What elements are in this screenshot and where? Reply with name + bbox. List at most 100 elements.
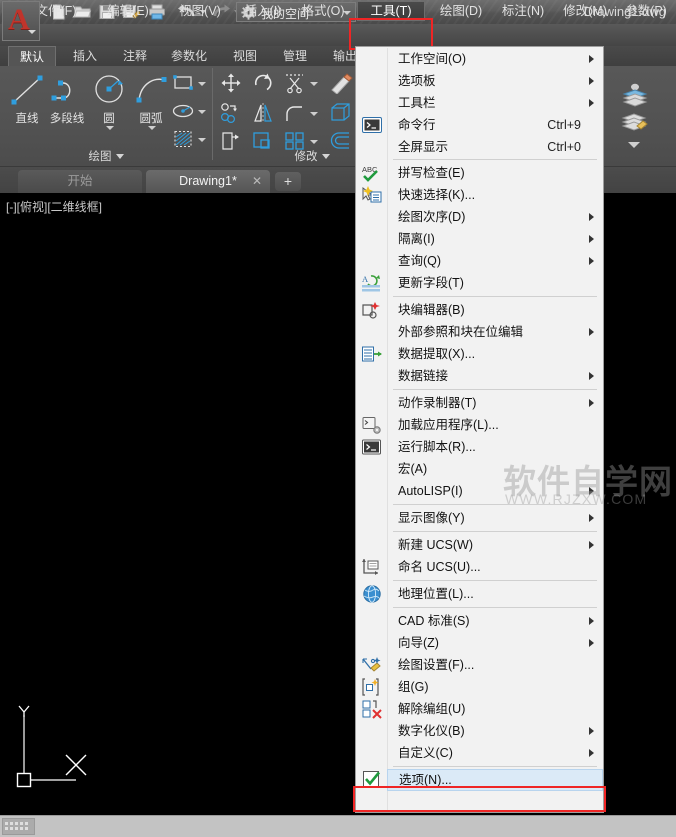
hatch-dropdown-caret-icon[interactable] xyxy=(198,138,206,142)
submenu-arrow-icon xyxy=(589,77,594,85)
file-tab-drawing1[interactable]: Drawing1* ✕ xyxy=(146,170,270,193)
menu-item-label: 绘图次序(D) xyxy=(398,210,466,224)
modify-rotate-button[interactable] xyxy=(250,72,276,96)
grid-display-toggle[interactable] xyxy=(2,818,35,835)
submenu-arrow-icon xyxy=(589,372,594,380)
submenu-arrow-icon xyxy=(589,617,594,625)
menu-item-spelling[interactable]: 拼写检查(E) xyxy=(387,162,603,184)
modify-mirror-button[interactable] xyxy=(250,102,276,126)
modify-fillet-button[interactable] xyxy=(282,102,308,126)
menu-item-display-image[interactable]: 显示图像(Y) xyxy=(387,507,603,529)
close-icon[interactable]: ✕ xyxy=(252,170,262,193)
menu-item-palettes[interactable]: 选项板 xyxy=(387,70,603,92)
modify-move-button[interactable] xyxy=(218,72,244,96)
draw-circle-button[interactable]: 圆 xyxy=(88,70,130,132)
menu-item-label: 向导(Z) xyxy=(398,636,439,650)
menu-draw[interactable]: 绘图(D) xyxy=(432,1,490,21)
menu-format[interactable]: 格式(O) xyxy=(294,1,352,21)
modify-erase-button[interactable] xyxy=(328,72,354,96)
menu-item-wizards[interactable]: 向导(Z) xyxy=(387,632,603,654)
menu-item-action-recorder[interactable]: 动作录制器(T) xyxy=(387,392,603,414)
menu-item-options[interactable]: 选项(N)... xyxy=(387,769,603,791)
menu-item-draw-order[interactable]: 绘图次序(D) xyxy=(387,206,603,228)
ribbon-tab-home[interactable]: 默认 xyxy=(8,46,56,66)
layer-properties-button[interactable] xyxy=(620,82,650,108)
menu-item-customize[interactable]: 自定义(C) xyxy=(387,742,603,764)
svg-text:A: A xyxy=(362,274,369,284)
menu-item-toolbars[interactable]: 工具栏 xyxy=(387,92,603,114)
menu-tools[interactable]: 工具(T) xyxy=(357,1,425,21)
layers-expand-caret-icon[interactable] xyxy=(628,142,640,148)
ribbon-tab-manage[interactable]: 管理 xyxy=(272,46,318,66)
menu-item-cad-standards[interactable]: CAD 标准(S) xyxy=(387,610,603,632)
draw-polyline-button[interactable]: 多段线 xyxy=(46,70,88,132)
menu-item-xref-block-edit[interactable]: 外部参照和块在位编辑 xyxy=(387,321,603,343)
modify-trim-button[interactable] xyxy=(282,72,308,96)
menu-item-quick-select[interactable]: 快速选择(K)... xyxy=(387,184,603,206)
menu-modify[interactable]: 修改(M) xyxy=(556,1,614,21)
menu-item-ungroup[interactable]: 解除编组(U) xyxy=(387,698,603,720)
viewport-controls-label[interactable]: [-][俯视][二维线框] xyxy=(6,198,102,215)
menu-item-geographic-location[interactable]: 地理位置(L)... xyxy=(387,583,603,605)
menu-item-label: 快速选择(K)... xyxy=(398,188,476,202)
ribbon-tab-view[interactable]: 视图 xyxy=(222,46,268,66)
menu-item-tablet[interactable]: 数字化仪(B) xyxy=(387,720,603,742)
menu-item-shortcut: Ctrl+9 xyxy=(547,118,581,132)
menu-item-label: 查询(Q) xyxy=(398,254,442,268)
modify-3d-array-button[interactable] xyxy=(328,102,354,126)
menu-item-macro[interactable]: 宏(A) xyxy=(387,458,603,480)
new-tab-button[interactable]: + xyxy=(275,172,301,191)
chevron-down-icon[interactable] xyxy=(115,154,124,160)
menu-separator xyxy=(393,580,597,581)
ellipse-dropdown-caret-icon[interactable] xyxy=(198,110,206,114)
menu-item-inquiry[interactable]: 查询(Q) xyxy=(387,250,603,272)
quick-select-icon xyxy=(361,185,383,205)
menu-item-data-links[interactable]: 数据链接 xyxy=(387,365,603,387)
menu-parametric[interactable]: 参数(P) xyxy=(618,1,674,21)
spell-check-icon: ABC xyxy=(361,163,383,183)
menu-separator xyxy=(393,607,597,608)
ribbon-tab-parametric[interactable]: 参数化 xyxy=(160,46,218,66)
ribbon-tab-annotate[interactable]: 注释 xyxy=(112,46,158,66)
modify-copy-button[interactable] xyxy=(218,102,244,126)
menu-dimension[interactable]: 标注(N) xyxy=(494,1,552,21)
ribbon-tab-insert[interactable]: 插入 xyxy=(62,46,108,66)
tools-dropdown-menu[interactable]: ABC A 工作空间(O) 选项板 工具栏 命令行 Ctrl+9 全屏显示 Ct… xyxy=(355,46,604,813)
menu-item-new-ucs[interactable]: 新建 UCS(W) xyxy=(387,534,603,556)
menu-item-update-fields[interactable]: 更新字段(T) xyxy=(387,272,603,294)
rectangle-dropdown-caret-icon[interactable] xyxy=(198,82,206,86)
circle-icon xyxy=(88,70,130,110)
trim-dropdown-caret-icon[interactable] xyxy=(310,82,318,86)
menu-item-label: CAD 标准(S) xyxy=(398,614,470,628)
menu-item-drafting-settings[interactable]: 绘图设置(F)... xyxy=(387,654,603,676)
load-app-icon xyxy=(361,415,383,435)
menu-item-run-script[interactable]: 运行脚本(R)... xyxy=(387,436,603,458)
chevron-down-icon[interactable] xyxy=(321,154,330,160)
file-tab-start[interactable]: 开始 xyxy=(18,170,142,193)
menu-item-clean-screen[interactable]: 全屏显示 Ctrl+0 xyxy=(387,136,603,158)
menu-item-command-line[interactable]: 命令行 Ctrl+9 xyxy=(387,114,603,136)
draw-rectangle-button[interactable] xyxy=(170,72,196,96)
block-editor-icon xyxy=(361,300,383,320)
layer-stack-button[interactable] xyxy=(620,110,650,136)
menu-item-named-ucs[interactable]: 命名 UCS(U)... xyxy=(387,556,603,578)
chevron-down-icon[interactable] xyxy=(148,126,156,130)
globe-icon xyxy=(361,584,383,604)
menu-insert[interactable]: 插入(I) xyxy=(238,1,288,21)
menu-item-data-extraction[interactable]: 数据提取(X)... xyxy=(387,343,603,365)
menu-item-load-application[interactable]: 加载应用程序(L)... xyxy=(387,414,603,436)
menu-item-autolisp[interactable]: AutoLISP(I) xyxy=(387,480,603,502)
draw-ellipse-button[interactable] xyxy=(170,100,196,124)
menu-item-block-editor[interactable]: 块编辑器(B) xyxy=(387,299,603,321)
fillet-dropdown-caret-icon[interactable] xyxy=(310,112,318,116)
menu-item-group[interactable]: 组(G) xyxy=(387,676,603,698)
menu-edit[interactable]: 编辑(E) xyxy=(100,1,156,21)
menu-view[interactable]: 视图(V) xyxy=(172,1,228,21)
draw-arc-button[interactable]: 圆弧 xyxy=(130,70,172,132)
application-menu-button[interactable]: A xyxy=(2,1,40,41)
array-dropdown-caret-icon[interactable] xyxy=(310,140,318,144)
draw-arc-label: 圆弧 xyxy=(139,113,163,125)
chevron-down-icon[interactable] xyxy=(106,126,114,130)
menu-item-workspace[interactable]: 工作空间(O) xyxy=(387,48,603,70)
menu-item-isolate[interactable]: 隔离(I) xyxy=(387,228,603,250)
